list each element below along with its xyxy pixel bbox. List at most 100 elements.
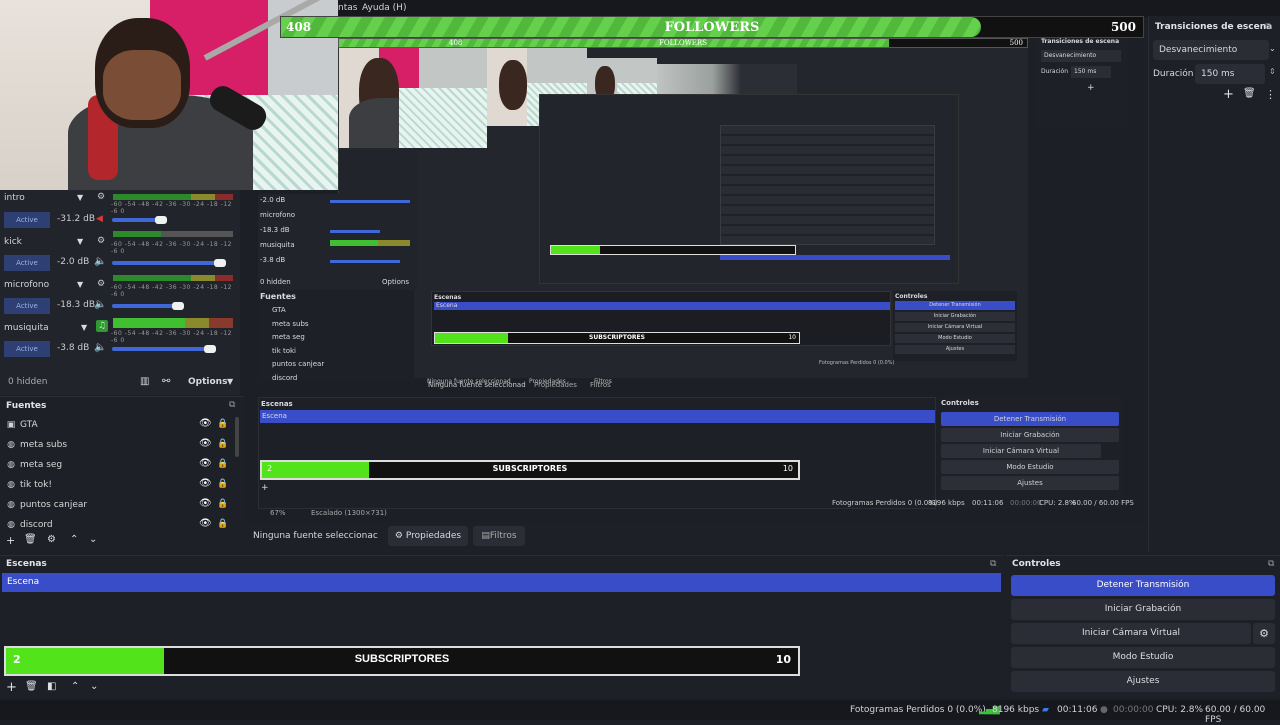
nested-ctrl-2[interactable]: Iniciar Cámara Virtual (895, 323, 1015, 332)
intro-muted-icon[interactable]: ◀ (96, 214, 103, 224)
source-row-tiktok[interactable]: ◍ tik tok! (6, 480, 52, 490)
scene-move-up-icon[interactable]: ⌃ (71, 681, 79, 692)
nested-transition-select[interactable]: Desvanecimiento (1041, 50, 1121, 62)
mid-source-4[interactable]: puntos canjear (272, 360, 324, 368)
move-down-icon[interactable]: ⌄ (89, 534, 97, 545)
settings-button[interactable]: Ajustes (1011, 671, 1275, 692)
studio-mode-button[interactable]: Modo Estudio (1011, 647, 1275, 668)
microfono-settings-icon[interactable]: ⚙ (97, 279, 105, 289)
kick-settings-icon[interactable]: ⚙ (97, 236, 105, 246)
mid-start-record-button[interactable]: Iniciar Grabación (941, 428, 1119, 442)
virtual-camera-settings-gear-icon[interactable]: ⚙ (1253, 623, 1275, 644)
mixer-options-chevron-icon[interactable]: ▼ (227, 377, 233, 386)
mid-scale-mode[interactable]: Escalado (1300×731) (311, 509, 387, 517)
start-recording-button[interactable]: Iniciar Grabación (1011, 599, 1275, 620)
source-row-gta[interactable]: ▣ GTA (6, 420, 38, 430)
mid-add-scene-icon[interactable]: + (261, 483, 269, 493)
mixer-options-button[interactable]: Options (188, 377, 227, 387)
mixer-layout-icon[interactable]: ▥ (140, 376, 149, 387)
nested-add-transition-icon[interactable]: + (1087, 83, 1095, 93)
source-row-puntos[interactable]: ◍ puntos canjear (6, 500, 87, 510)
musiquita-volume-slider[interactable] (112, 347, 208, 351)
mid-virtual-cam-button[interactable]: Iniciar Cámara Virtual (941, 444, 1101, 458)
kick-volume-slider[interactable] (112, 261, 218, 265)
lock-icon[interactable]: 🔒 (217, 419, 228, 429)
mid-filters-button[interactable]: Filtros (590, 381, 611, 389)
intro-dropdown-icon[interactable]: ▼ (77, 193, 83, 202)
mid-source-5[interactable]: discord (272, 374, 297, 382)
eye-icon[interactable]: 👁 (199, 478, 212, 489)
lock-icon[interactable]: 🔒 (217, 479, 228, 489)
eye-icon[interactable]: 👁 (199, 458, 212, 469)
kick-dropdown-icon[interactable]: ▼ (77, 237, 83, 246)
musiquita-monitor-icon[interactable]: ♫ (96, 320, 108, 332)
microfono-volume-slider[interactable] (112, 304, 180, 308)
musiquita-dropdown-icon[interactable]: ▼ (81, 323, 87, 332)
menu-help[interactable]: Ayuda (H) (362, 3, 406, 13)
musiquita-volume-knob[interactable] (204, 345, 216, 353)
menu-tools[interactable]: ntas (338, 3, 357, 13)
kick-volume-knob[interactable] (214, 259, 226, 267)
filters-button[interactable]: ▤Filtros (473, 526, 525, 546)
source-properties-icon[interactable]: ⚙ (47, 534, 56, 545)
transition-menu-icon[interactable]: ⋮ (1265, 88, 1276, 101)
lock-icon[interactable]: 🔒 (217, 499, 228, 509)
mid-properties-button[interactable]: Propiedades (534, 381, 577, 389)
duration-stepper-icon[interactable]: ⇕ (1269, 67, 1276, 76)
intro-settings-icon[interactable]: ⚙ (97, 192, 105, 202)
mid-source-3[interactable]: tik toki (272, 347, 296, 355)
intro-volume-knob[interactable] (155, 216, 167, 224)
mid-stop-stream-button[interactable]: Detener Transmisión (941, 412, 1119, 426)
remove-scene-icon[interactable]: 🗑 (25, 681, 38, 692)
scene-filters-icon[interactable]: ◧ (47, 681, 56, 692)
mid-settings-button[interactable]: Ajustes (941, 476, 1119, 490)
nested-duration-input[interactable]: 150 ms (1071, 66, 1111, 78)
sources-scrollbar[interactable] (235, 417, 239, 457)
mixer-link-icon[interactable]: ⚯ (162, 376, 170, 387)
microfono-volume-knob[interactable] (172, 302, 184, 310)
nested-scene-row[interactable]: Escena (434, 302, 890, 310)
transition-select[interactable]: Desvanecimiento (1153, 40, 1269, 60)
microfono-dropdown-icon[interactable]: ▼ (77, 280, 83, 289)
lock-icon[interactable]: 🔒 (217, 439, 228, 449)
transition-chevron-icon[interactable]: ⌄ (1269, 44, 1276, 53)
microfono-speaker-icon[interactable]: 🔈 (94, 299, 106, 310)
mid-source-0[interactable]: GTA (272, 306, 286, 314)
source-row-meta-subs[interactable]: ◍ meta subs (6, 440, 67, 450)
controls-undock-icon[interactable]: ⧉ (1268, 559, 1274, 569)
transitions-undock-icon[interactable]: ⧉ (1265, 22, 1271, 32)
add-source-icon[interactable]: + (6, 534, 15, 547)
eye-icon[interactable]: 👁 (199, 438, 212, 449)
add-transition-icon[interactable]: + (1223, 87, 1234, 102)
eye-icon[interactable]: 👁 (199, 518, 212, 529)
microfono-active-button[interactable]: Active (4, 298, 50, 314)
eye-icon[interactable]: 👁 (199, 418, 212, 429)
kick-active-button[interactable]: Active (4, 255, 50, 271)
scenes-undock-icon[interactable]: ⧉ (990, 559, 996, 569)
remove-source-icon[interactable]: 🗑 (24, 534, 37, 545)
nested-ctrl-1[interactable]: Iniciar Grabación (895, 312, 1015, 321)
start-virtual-camera-button[interactable]: Iniciar Cámara Virtual (1011, 623, 1251, 644)
add-scene-icon[interactable]: + (6, 680, 17, 695)
lock-icon[interactable]: 🔒 (217, 519, 228, 529)
scene-row-escena[interactable]: Escena (2, 573, 1001, 592)
properties-button[interactable]: ⚙ Propiedades (388, 526, 468, 546)
mid-source-2[interactable]: meta seg (272, 333, 305, 341)
mid-options[interactable]: Options (382, 278, 409, 286)
mid-studio-mode-button[interactable]: Modo Estudio (941, 460, 1119, 474)
lock-icon[interactable]: 🔒 (217, 459, 228, 469)
move-up-icon[interactable]: ⌃ (70, 534, 78, 545)
kick-speaker-icon[interactable]: 🔈 (94, 256, 106, 267)
eye-icon[interactable]: 👁 (199, 498, 212, 509)
duration-input[interactable]: 150 ms (1195, 64, 1265, 84)
stop-stream-button[interactable]: Detener Transmisión (1011, 575, 1275, 596)
source-row-discord[interactable]: ◍ discord (6, 520, 53, 530)
musiquita-speaker-icon[interactable]: 🔈 (94, 342, 106, 353)
nested-ctrl-4[interactable]: Ajustes (895, 345, 1015, 354)
source-row-meta-seg[interactable]: ◍ meta seg (6, 460, 62, 470)
mid-scene-row[interactable]: Escena (260, 410, 935, 423)
sources-undock-icon[interactable]: ⧉ (229, 400, 235, 410)
intro-active-button[interactable]: Active (4, 212, 50, 228)
mid-source-1[interactable]: meta subs (272, 320, 309, 328)
nested-ctrl-0[interactable]: Detener Transmisión (895, 301, 1015, 310)
